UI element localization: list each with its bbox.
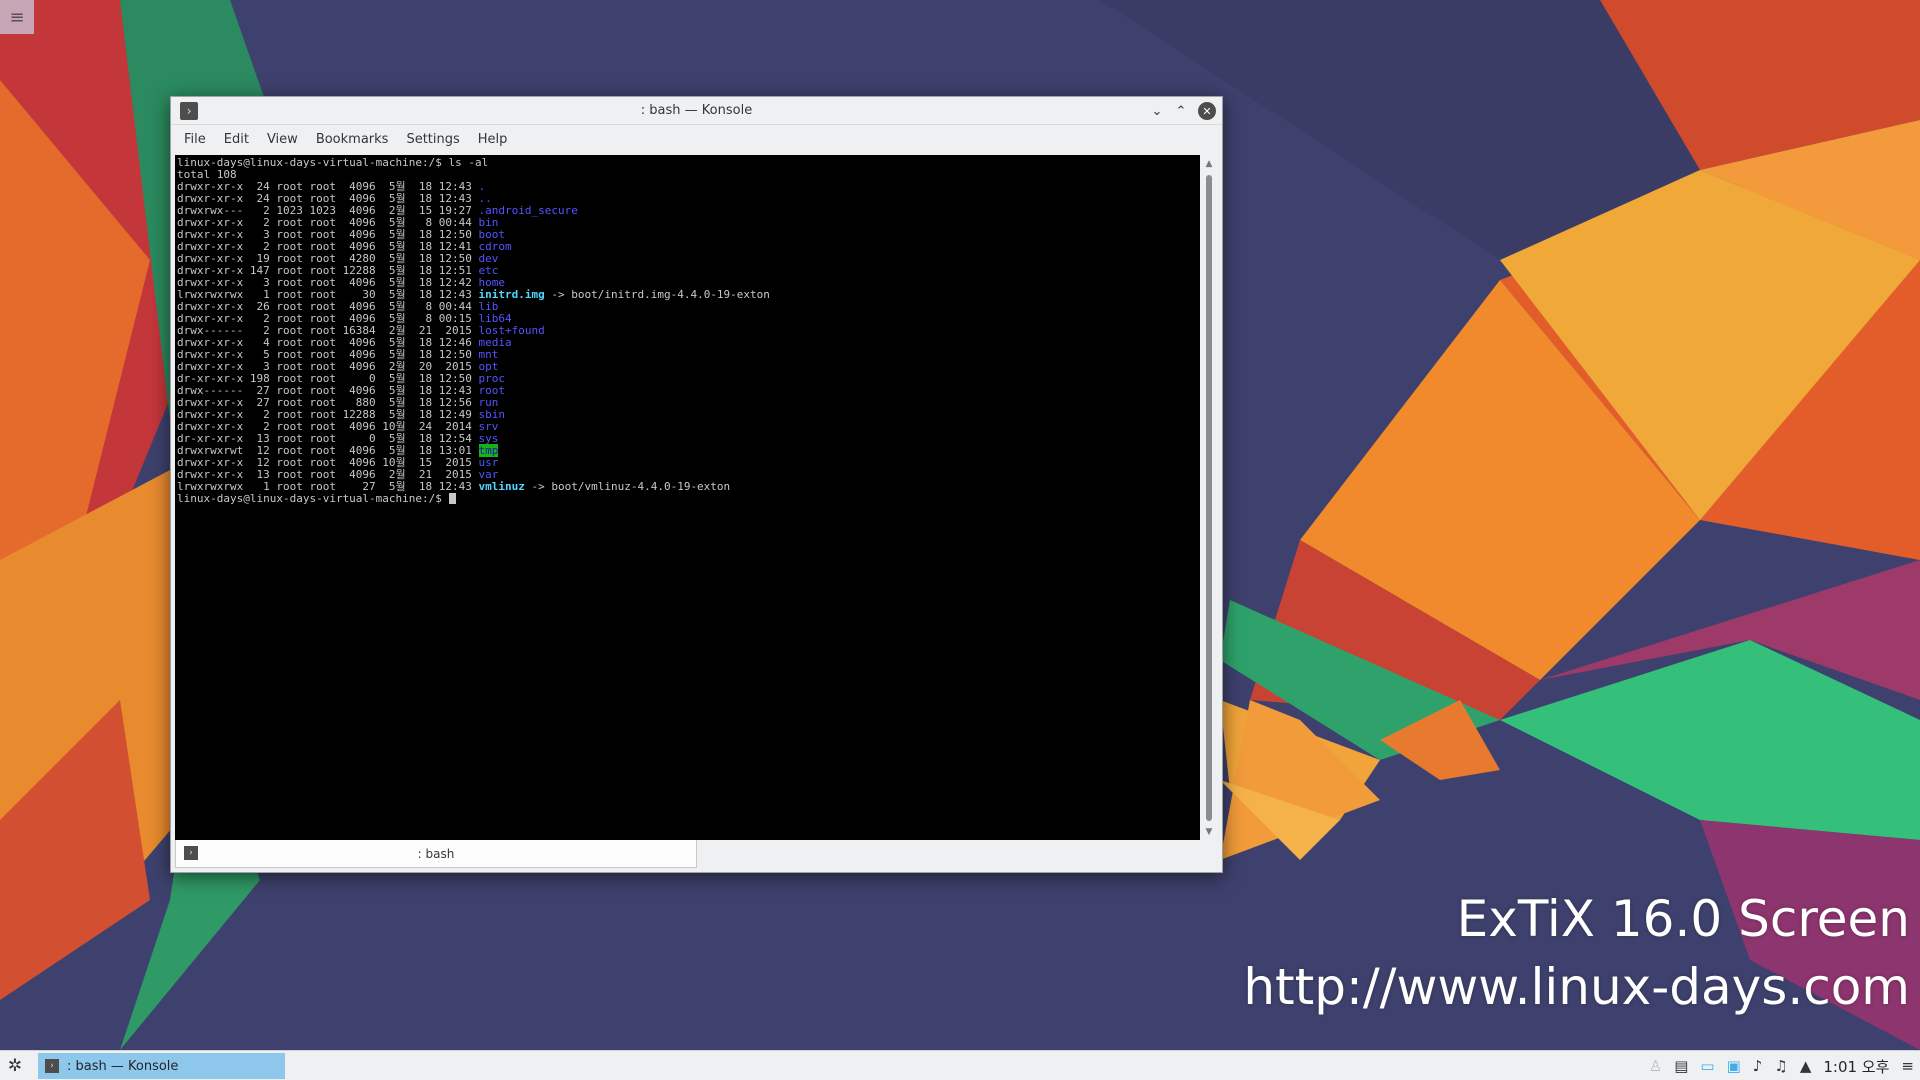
menu-edit[interactable]: Edit xyxy=(215,132,258,147)
taskbar: ✲ › : bash — Konsole ♙ ▤ ▭ ▣ ♪ ♫ ▲ 1:01 … xyxy=(0,1050,1920,1080)
menu-help[interactable]: Help xyxy=(469,132,517,147)
application-launcher-icon[interactable]: ✲ xyxy=(4,1055,26,1077)
terminal-scrollbar[interactable]: ▲ ▼ xyxy=(1200,155,1218,841)
clipboard-icon[interactable]: ▤ xyxy=(1674,1057,1688,1075)
window-titlebar[interactable]: › : bash — Konsole ⌄ ⌃ ✕ xyxy=(171,97,1222,125)
terminal-output[interactable]: linux-days@linux-days-virtual-machine:/$… xyxy=(175,155,1200,841)
user-switch-icon[interactable]: ♙ xyxy=(1649,1057,1662,1075)
command-text: ls -al xyxy=(441,156,489,169)
watermark-url: http://www.linux-days.com xyxy=(1243,958,1910,1016)
menu-file[interactable]: File xyxy=(175,132,215,147)
close-icon[interactable]: ✕ xyxy=(1198,102,1216,120)
scroll-thumb[interactable] xyxy=(1206,175,1212,821)
menu-settings[interactable]: Settings xyxy=(397,132,468,147)
listing: drwxr-xr-x 24 root root 4096 5월 18 12:43… xyxy=(177,181,1198,493)
window-title: : bash — Konsole xyxy=(640,103,753,118)
text-cursor xyxy=(448,493,456,504)
panel-menu-icon[interactable]: ≡ xyxy=(1901,1057,1914,1075)
audio-icon[interactable]: ♫ xyxy=(1774,1057,1787,1075)
prompt: linux-days@linux-days-virtual-machine:/$ xyxy=(177,492,442,505)
scroll-down-icon[interactable]: ▼ xyxy=(1200,825,1218,839)
menu-bookmarks[interactable]: Bookmarks xyxy=(307,132,398,147)
current-prompt-line: linux-days@linux-days-virtual-machine:/$ xyxy=(177,493,1198,505)
menu-view[interactable]: View xyxy=(258,132,307,147)
menubar: File Edit View Bookmarks Settings Help xyxy=(171,125,1222,153)
notifications-icon[interactable]: ▭ xyxy=(1700,1057,1714,1075)
system-tray: ♙ ▤ ▭ ▣ ♪ ♫ ▲ 1:01 오후 ≡ xyxy=(1649,1051,1914,1080)
konsole-window: › : bash — Konsole ⌄ ⌃ ✕ File Edit View … xyxy=(170,96,1223,873)
entry-name: vmlinuz xyxy=(478,480,525,493)
volume-icon[interactable]: ♪ xyxy=(1753,1057,1763,1075)
tab-label: : bash xyxy=(417,847,455,861)
symlink-target: -> boot/initrd.img-4.4.0-19-exton xyxy=(544,288,770,301)
task-konsole[interactable]: › : bash — Konsole xyxy=(38,1053,285,1079)
tab-bash[interactable]: › : bash xyxy=(175,840,697,868)
scroll-up-icon[interactable]: ▲ xyxy=(1200,157,1218,171)
network-icon[interactable]: ▣ xyxy=(1727,1057,1741,1075)
expand-tray-icon[interactable]: ▲ xyxy=(1800,1057,1812,1075)
minimize-icon[interactable]: ⌄ xyxy=(1148,102,1166,120)
command-line: linux-days@linux-days-virtual-machine:/$… xyxy=(177,157,1198,169)
task-label: : bash — Konsole xyxy=(67,1058,179,1074)
maximize-icon[interactable]: ⌃ xyxy=(1172,102,1190,120)
clock[interactable]: 1:01 오후 xyxy=(1823,1056,1889,1077)
tab-bar: › : bash xyxy=(175,840,1218,868)
watermark-title: ExTiX 16.0 Screen xyxy=(1456,890,1910,948)
terminal-icon: › xyxy=(45,1059,59,1073)
symlink-target: -> boot/vmlinuz-4.4.0-19-exton xyxy=(524,480,731,493)
desktop-toolbox-button[interactable]: ≡ xyxy=(0,0,34,34)
